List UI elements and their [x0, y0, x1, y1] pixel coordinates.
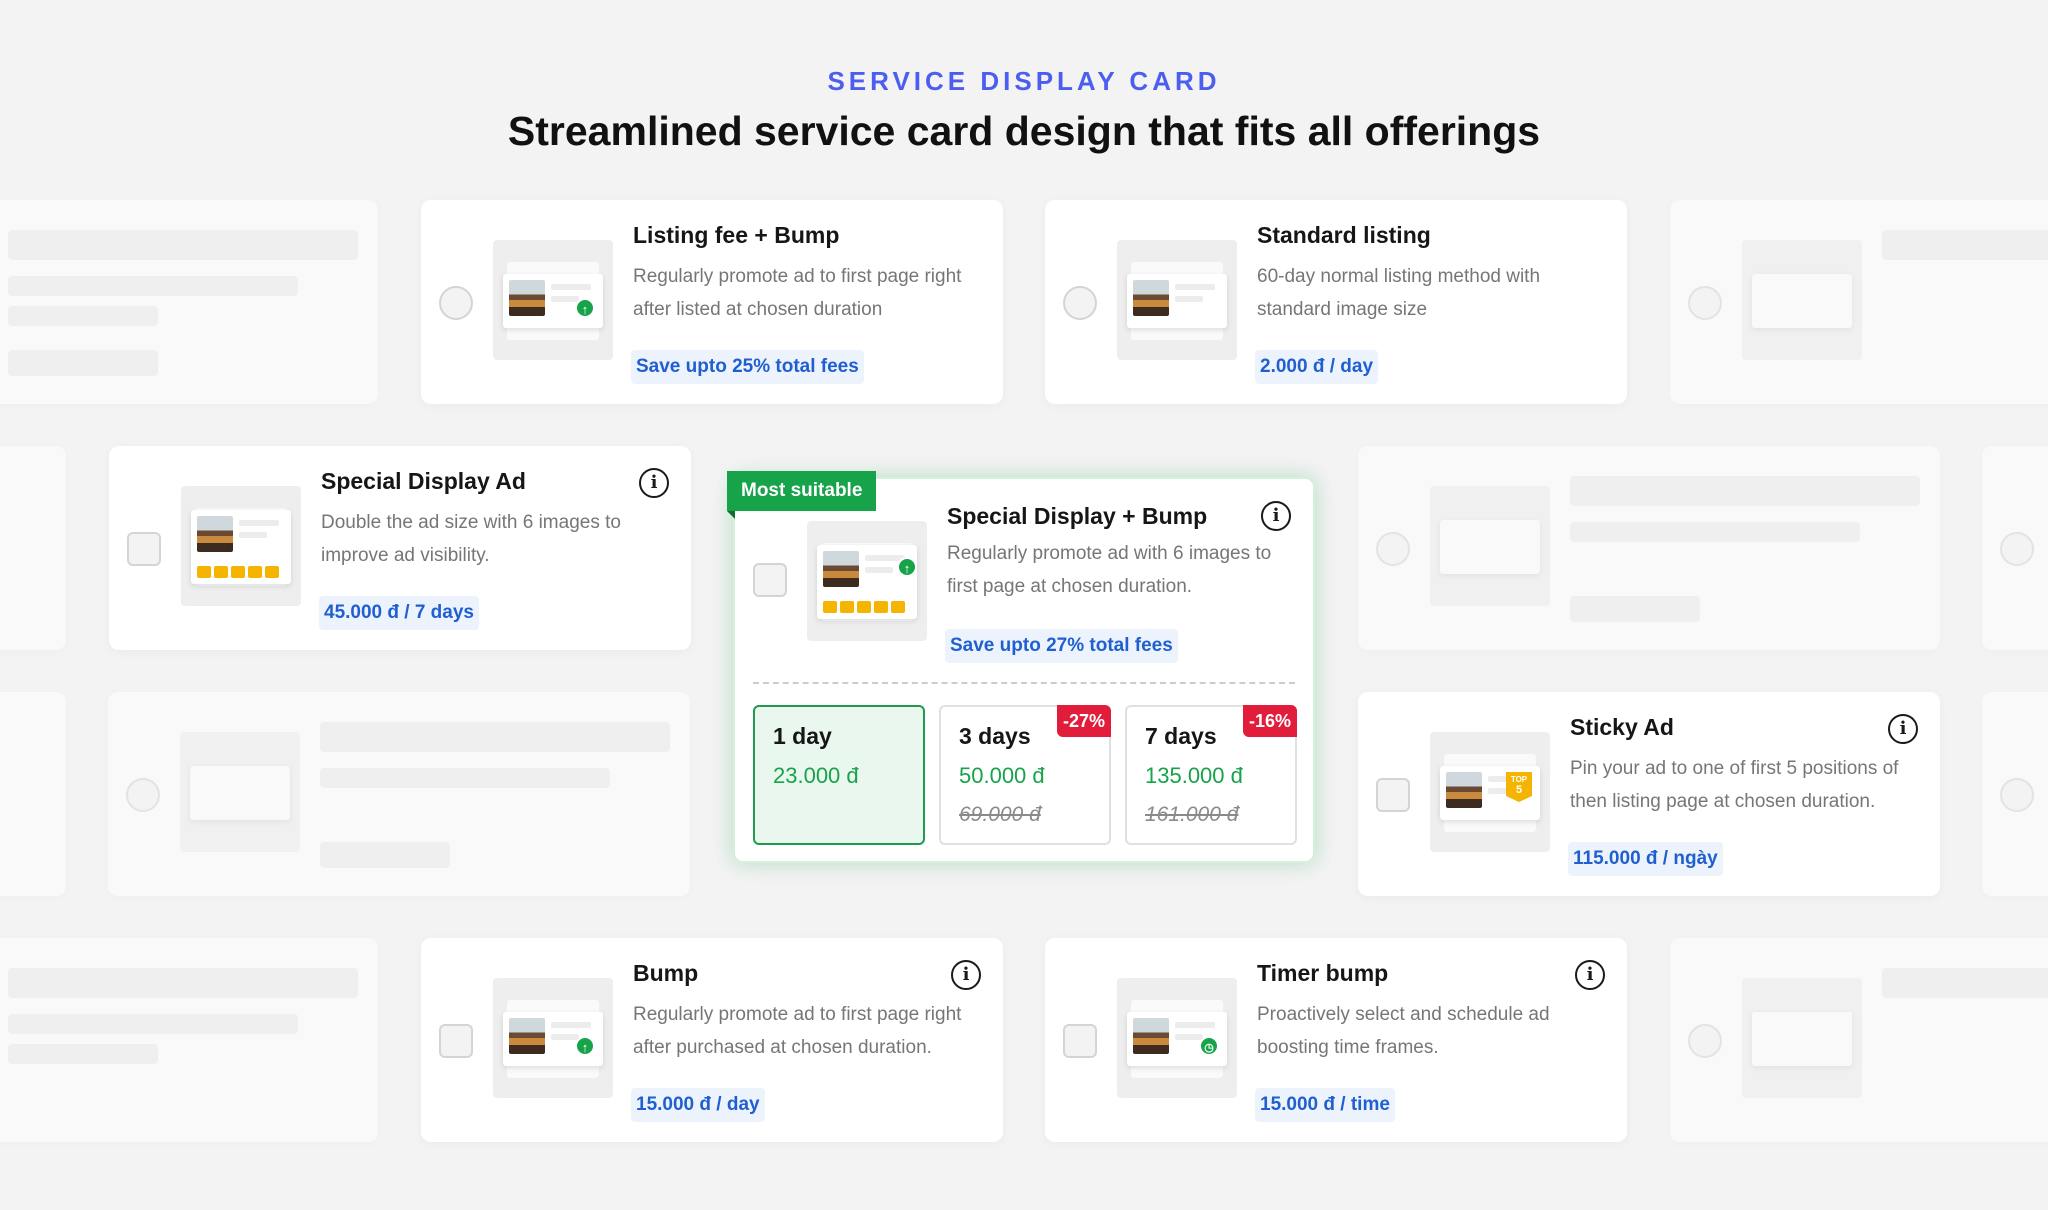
- placeholder-card: [0, 200, 378, 404]
- duration-price: 23.000 đ: [773, 763, 859, 788]
- service-card-special-display[interactable]: Special Display Ad Double the ad size wi…: [109, 446, 691, 650]
- image-icon: [509, 1018, 545, 1054]
- image-icon: [1133, 280, 1169, 316]
- placeholder-card: [1982, 446, 2048, 650]
- placeholder-card: [0, 692, 66, 896]
- ad-preview-thumbnail: TOP 5: [1430, 732, 1550, 852]
- price-pill: 115.000 đ / ngày: [1568, 842, 1723, 876]
- price-pill: 45.000 đ / 7 days: [319, 596, 479, 630]
- card-description: Regularly promote ad with 6 images to fi…: [947, 543, 1272, 597]
- info-icon[interactable]: i: [1888, 714, 1918, 744]
- card-description: Pin your ad to one of first 5 positions …: [1570, 758, 1899, 812]
- select-checkbox[interactable]: [1063, 1024, 1097, 1058]
- image-icon: [509, 280, 545, 316]
- info-icon[interactable]: i: [639, 468, 669, 498]
- placeholder-card: [1670, 938, 2048, 1142]
- info-icon[interactable]: i: [951, 960, 981, 990]
- image-icon: [1446, 772, 1482, 808]
- card-title: Standard listing: [1257, 222, 1431, 248]
- duration-option-7-days[interactable]: 7 days 135.000 đ 161.000 đ -16%: [1125, 705, 1297, 845]
- duration-option-3-days[interactable]: 3 days 50.000 đ 69.000 đ -27%: [939, 705, 1111, 845]
- section-eyebrow: SERVICE DISPLAY CARD: [827, 66, 1221, 96]
- card-title: Special Display Ad: [321, 468, 526, 494]
- price-pill: 15.000 đ / day: [631, 1088, 765, 1122]
- arrow-up-icon: ↑: [575, 298, 595, 318]
- duration-label: 7 days: [1145, 723, 1217, 749]
- price-pill: 2.000 đ / day: [1255, 350, 1379, 384]
- select-checkbox[interactable]: [439, 1024, 473, 1058]
- price-pill: Save upto 25% total fees: [631, 350, 864, 384]
- service-card-special-bump[interactable]: Most suitable ↑ Special Display + Bump R…: [727, 471, 1315, 863]
- info-icon[interactable]: i: [1575, 960, 1605, 990]
- card-description: Regularly promote ad to first page right…: [633, 1004, 962, 1058]
- duration-option-1-day[interactable]: 1 day 23.000 đ: [753, 705, 925, 845]
- card-title: Listing fee + Bump: [633, 222, 840, 248]
- placeholder-card: [108, 692, 690, 896]
- select-radio[interactable]: [439, 286, 473, 320]
- ad-preview-thumbnail: [1117, 240, 1237, 360]
- duration-price: 135.000 đ: [1145, 763, 1243, 788]
- original-price: 69.000 đ: [959, 803, 1041, 826]
- top-badge-icon: TOP 5: [1506, 772, 1532, 802]
- ad-preview-thumbnail: [181, 486, 301, 606]
- clock-icon: ◷: [1199, 1036, 1219, 1056]
- select-checkbox[interactable]: [1376, 778, 1410, 812]
- ad-preview-thumbnail: ↑: [493, 240, 613, 360]
- duration-price: 50.000 đ: [959, 763, 1045, 788]
- select-checkbox[interactable]: [127, 532, 161, 566]
- price-pill: 15.000 đ / time: [1255, 1088, 1395, 1122]
- divider: [753, 682, 1295, 684]
- service-card-standard[interactable]: Standard listing 60-day normal listing m…: [1045, 200, 1627, 404]
- card-description: Proactively select and schedule ad boost…: [1257, 1004, 1550, 1058]
- card-title: Special Display + Bump: [947, 503, 1208, 529]
- card-title: Sticky Ad: [1570, 714, 1674, 740]
- ad-preview-thumbnail: ↑: [493, 978, 613, 1098]
- card-description: 60-day normal listing method with standa…: [1257, 266, 1541, 320]
- placeholder-card: [1358, 446, 1940, 650]
- page-title: Streamlined service card design that fit…: [507, 108, 1541, 154]
- image-gallery-icon: [823, 601, 905, 613]
- discount-badge: -27%: [1056, 705, 1111, 737]
- price-pill: Save upto 27% total fees: [945, 629, 1178, 663]
- arrow-up-icon: ↑: [575, 1036, 595, 1056]
- original-price: 161.000 đ: [1145, 803, 1239, 826]
- service-card-listing-bump[interactable]: ↑ Listing fee + Bump Regularly promote a…: [421, 200, 1003, 404]
- card-title: Bump: [633, 960, 699, 986]
- duration-label: 1 day: [773, 723, 832, 749]
- service-card-bump[interactable]: ↑ Bump Regularly promote ad to first pag…: [421, 938, 1003, 1142]
- most-suitable-badge: Most suitable: [727, 471, 877, 519]
- placeholder-card: [1670, 200, 2048, 404]
- image-gallery-icon: [197, 566, 279, 578]
- service-card-timer-bump[interactable]: ◷ Timer bump Proactively select and sche…: [1045, 938, 1627, 1142]
- card-description: Double the ad size with 6 images to impr…: [321, 512, 621, 566]
- image-icon: [1133, 1018, 1169, 1054]
- ad-preview-thumbnail: ◷: [1117, 978, 1237, 1098]
- image-icon: [823, 551, 859, 587]
- info-icon[interactable]: i: [1261, 501, 1291, 531]
- select-radio[interactable]: [1063, 286, 1097, 320]
- placeholder-card: [0, 938, 378, 1142]
- image-icon: [197, 516, 233, 552]
- ad-preview-thumbnail: ↑: [807, 521, 927, 641]
- select-checkbox[interactable]: [753, 563, 787, 597]
- card-description: Regularly promote ad to first page right…: [633, 266, 962, 320]
- arrow-up-icon: ↑: [897, 557, 917, 577]
- card-title: Timer bump: [1257, 960, 1389, 986]
- duration-label: 3 days: [959, 723, 1031, 749]
- service-card-sticky[interactable]: TOP 5 Sticky Ad Pin your ad to one of fir…: [1358, 692, 1940, 896]
- discount-badge: -16%: [1242, 705, 1297, 737]
- placeholder-card: [1982, 692, 2048, 896]
- placeholder-card: [0, 446, 66, 650]
